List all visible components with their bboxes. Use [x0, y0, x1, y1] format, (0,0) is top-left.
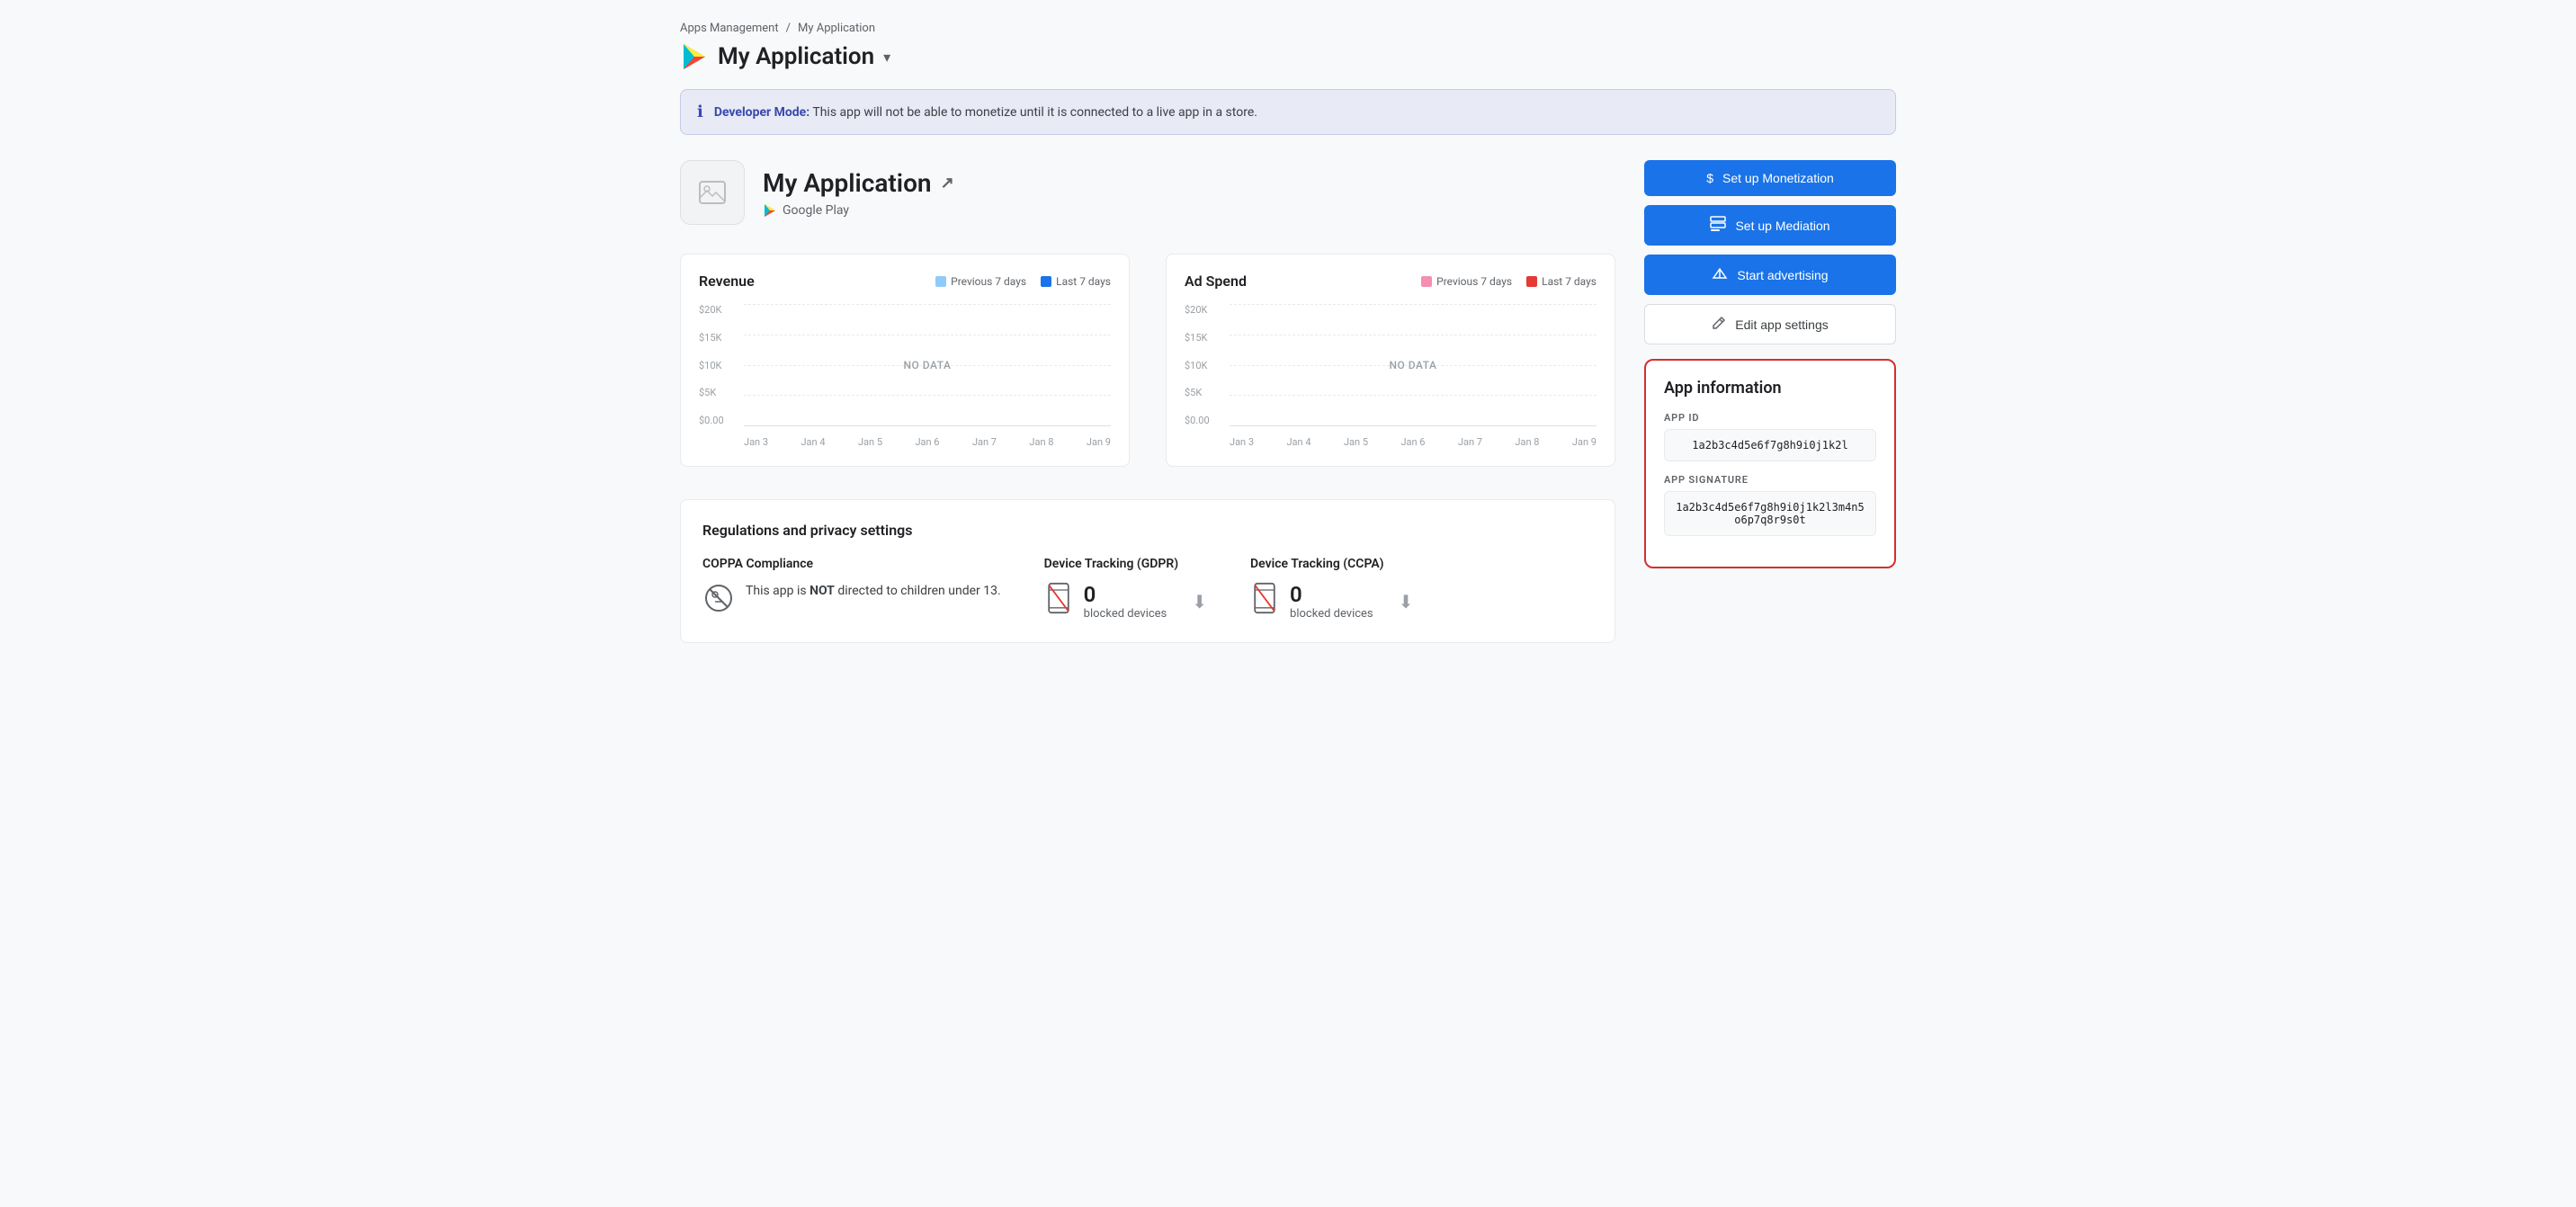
gdpr-blocked-count: 0: [1084, 582, 1167, 607]
revenue-chart-title: Revenue: [699, 273, 755, 290]
developer-mode-text: Developer Mode: This app will not be abl…: [714, 105, 1257, 120]
main-content: My Application ↗ Google Play: [680, 160, 1896, 643]
breadcrumb-current: My Application: [798, 22, 875, 35]
start-advertising-label: Start advertising: [1737, 268, 1828, 282]
app-store-badge: Google Play: [763, 203, 954, 218]
adspend-chart-area: $20K $15K $10K $5K $0.00 NO DATA: [1185, 304, 1597, 448]
app-name-section: My Application ↗ Google Play: [763, 168, 954, 218]
developer-mode-banner: ℹ Developer Mode: This app will not be a…: [680, 89, 1896, 135]
adspend-no-data: NO DATA: [1390, 359, 1437, 371]
revenue-legend-last-dot: [1041, 276, 1051, 287]
revenue-chart-grid: NO DATA: [744, 304, 1111, 426]
external-link-icon[interactable]: ↗: [941, 174, 954, 192]
adspend-chart-header: Ad Spend Previous 7 days Last 7 days: [1185, 273, 1597, 290]
start-advertising-button[interactable]: Start advertising: [1644, 255, 1896, 295]
revenue-chart-area: $20K $15K $10K $5K $0.00 NO DATA: [699, 304, 1111, 448]
app-title-dropdown[interactable]: ▾: [883, 49, 890, 66]
revenue-legend-last-label: Last 7 days: [1056, 275, 1111, 288]
coppa-icon: [702, 582, 735, 621]
revenue-x-labels: Jan 3 Jan 4 Jan 5 Jan 6 Jan 7 Jan 8 Jan …: [744, 436, 1111, 448]
set-up-monetization-label: Set up Monetization: [1722, 171, 1834, 185]
image-placeholder-icon: [696, 176, 729, 209]
app-id-value: 1a2b3c4d5e6f7g8h9i0j1k2l: [1664, 429, 1876, 461]
revenue-legend-prev-label: Previous 7 days: [951, 275, 1026, 288]
revenue-chart: Revenue Previous 7 days Last 7 days: [680, 254, 1130, 467]
revenue-chart-header: Revenue Previous 7 days Last 7 days: [699, 273, 1111, 290]
app-id-label: APP ID: [1664, 412, 1876, 424]
adspend-legend-prev-dot: [1421, 276, 1432, 287]
gdpr-phone-icon: [1044, 582, 1073, 621]
revenue-legend-last: Last 7 days: [1041, 275, 1111, 288]
ccpa-download-icon[interactable]: ⬇: [1399, 591, 1414, 612]
app-name: My Application: [763, 168, 932, 198]
breadcrumb-separator: /: [786, 22, 791, 35]
app-info-card-title: App information: [1664, 379, 1876, 398]
ccpa-blocked-label: blocked devices: [1290, 607, 1373, 621]
regulations-section: Regulations and privacy settings COPPA C…: [680, 499, 1615, 643]
ccpa-blocked-count: 0: [1290, 582, 1373, 607]
breadcrumb: Apps Management / My Application: [680, 22, 1896, 35]
gdpr-download-icon[interactable]: ⬇: [1192, 591, 1207, 612]
ccpa-label: Device Tracking (CCPA): [1250, 557, 1413, 571]
app-name-title: My Application ↗: [763, 168, 954, 198]
adspend-chart: Ad Spend Previous 7 days Last 7 days: [1166, 254, 1615, 467]
right-column: $ Set up Monetization Set up Mediation: [1644, 160, 1896, 568]
edit-icon: [1712, 316, 1726, 333]
adspend-chart-grid: NO DATA: [1230, 304, 1597, 426]
set-up-mediation-button[interactable]: Set up Mediation: [1644, 205, 1896, 246]
adspend-legend-prev: Previous 7 days: [1421, 275, 1512, 288]
revenue-no-data: NO DATA: [904, 359, 952, 371]
adspend-legend-last: Last 7 days: [1526, 275, 1597, 288]
coppa-content: This app is NOT directed to children und…: [702, 582, 1001, 621]
app-info-card: App information APP ID 1a2b3c4d5e6f7g8h9…: [1644, 359, 1896, 568]
coppa-label: COPPA Compliance: [702, 557, 1001, 571]
ccpa-count-section: 0 blocked devices: [1290, 582, 1373, 621]
app-store-name: Google Play: [783, 203, 849, 218]
ccpa-item: Device Tracking (CCPA): [1250, 557, 1413, 621]
adspend-y-labels: $20K $15K $10K $5K $0.00: [1185, 304, 1224, 426]
mediation-icon: [1710, 216, 1726, 235]
google-play-small-icon: [763, 203, 777, 218]
revenue-legend-prev-dot: [935, 276, 946, 287]
edit-app-settings-label: Edit app settings: [1735, 317, 1829, 332]
ccpa-content: 0 blocked devices ⬇: [1250, 582, 1413, 621]
google-play-icon: [680, 42, 709, 71]
revenue-chart-legend: Previous 7 days Last 7 days: [935, 275, 1111, 288]
revenue-y-labels: $20K $15K $10K $5K $0.00: [699, 304, 738, 426]
monetization-icon: $: [1706, 171, 1713, 185]
adspend-chart-title: Ad Spend: [1185, 273, 1247, 290]
gdpr-count-section: 0 blocked devices: [1084, 582, 1167, 621]
header-row: My Application ▾: [680, 42, 1896, 71]
app-signature-value: 1a2b3c4d5e6f7g8h9i0j1k2l3m4n5o6p7q8r9s0t: [1664, 491, 1876, 536]
revenue-legend-prev: Previous 7 days: [935, 275, 1026, 288]
page-title: My Application: [718, 43, 874, 70]
edit-app-settings-button[interactable]: Edit app settings: [1644, 304, 1896, 344]
gdpr-label: Device Tracking (GDPR): [1044, 557, 1207, 571]
ccpa-phone-icon: [1250, 582, 1279, 621]
adspend-legend-last-label: Last 7 days: [1542, 275, 1597, 288]
app-info-row: My Application ↗ Google Play: [680, 160, 1615, 225]
left-column: My Application ↗ Google Play: [680, 160, 1615, 643]
gdpr-content: 0 blocked devices ⬇: [1044, 582, 1207, 621]
set-up-monetization-button[interactable]: $ Set up Monetization: [1644, 160, 1896, 196]
gdpr-blocked-label: blocked devices: [1084, 607, 1167, 621]
app-icon-placeholder: [680, 160, 745, 225]
gdpr-item: Device Tracking (GDPR): [1044, 557, 1207, 621]
coppa-text: This app is NOT directed to children und…: [746, 582, 1001, 601]
info-icon: ℹ: [697, 103, 703, 121]
regulations-grid: COPPA Compliance: [702, 557, 1593, 621]
app-signature-label: APP SIGNATURE: [1664, 474, 1876, 486]
coppa-item: COPPA Compliance: [702, 557, 1001, 621]
adspend-x-labels: Jan 3 Jan 4 Jan 5 Jan 6 Jan 7 Jan 8 Jan …: [1230, 436, 1597, 448]
breadcrumb-parent[interactable]: Apps Management: [680, 22, 779, 35]
set-up-mediation-label: Set up Mediation: [1735, 219, 1829, 233]
charts-row: Revenue Previous 7 days Last 7 days: [680, 254, 1615, 467]
adspend-legend-last-dot: [1526, 276, 1537, 287]
regulations-title: Regulations and privacy settings: [702, 522, 1593, 539]
advertising-icon: [1712, 265, 1728, 284]
adspend-legend-prev-label: Previous 7 days: [1436, 275, 1512, 288]
adspend-chart-legend: Previous 7 days Last 7 days: [1421, 275, 1597, 288]
